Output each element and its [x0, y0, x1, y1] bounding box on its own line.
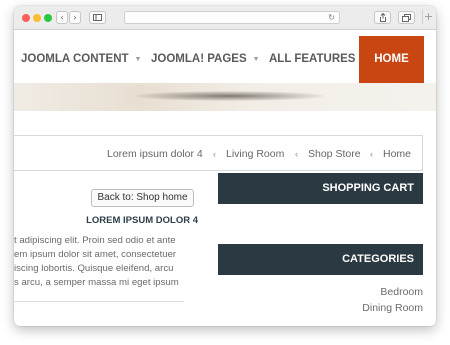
description-line: em ipsum dolor sit amet, consectetuer	[14, 249, 177, 260]
sidebar-toggle-button[interactable]	[89, 11, 106, 24]
page-content: JOOMLA CONTENT ▼ JOOMLA! PAGES ▼ ALL FEATU…	[14, 30, 436, 326]
chevron-left-icon: ‹	[60, 13, 64, 22]
back-to-shop-button[interactable]: Back to: Shop home	[91, 189, 194, 207]
main-nav: JOOMLA CONTENT ▼ JOOMLA! PAGES ▼ ALL FEATU…	[14, 36, 436, 83]
chevron-right-icon: ›	[73, 13, 77, 22]
breadcrumb: Lorem ipsum dolor 4 ‹ Living Room ‹ Shop…	[14, 135, 423, 171]
breadcrumb-item[interactable]: Lorem ipsum dolor 4	[107, 136, 203, 172]
categories-header: CATEGORIES	[218, 244, 423, 275]
header-banner	[14, 83, 436, 111]
banner-shadow	[134, 91, 324, 101]
nav-item-label: JOOMLA CONTENT	[21, 53, 129, 65]
nav-item-label: JOOMLA! PAGES	[151, 53, 247, 65]
description-line: s arcu, a semper massa mi eget ipsum	[14, 277, 179, 288]
forward-button[interactable]: ›	[69, 11, 81, 24]
shopping-cart-header: SHOPPING CART	[218, 173, 423, 204]
share-button[interactable]	[374, 11, 391, 24]
nav-item-joomla-pages[interactable]: JOOMLA! PAGES ▼	[151, 36, 260, 83]
plus-icon[interactable]: +	[422, 10, 434, 24]
category-link[interactable]: Dining Room	[362, 302, 423, 314]
caret-down-icon: ▼	[252, 56, 260, 63]
zoom-window-button[interactable]	[44, 14, 52, 22]
nav-item-label: ALL FEATURES	[269, 53, 356, 65]
breadcrumb-item[interactable]: Home	[383, 136, 411, 172]
description-line: t adipiscing elit. Proin sed odio et ant…	[14, 235, 176, 246]
back-button[interactable]: ‹	[56, 11, 68, 24]
chevron-left-icon: ‹	[295, 149, 298, 159]
category-link[interactable]: Bedroom	[380, 286, 423, 298]
chevron-left-icon: ‹	[213, 149, 216, 159]
minimize-window-button[interactable]	[33, 14, 41, 22]
caret-down-icon: ▼	[134, 56, 142, 63]
chevron-left-icon: ‹	[370, 149, 373, 159]
share-icon	[379, 12, 386, 22]
tabs-icon	[402, 14, 411, 22]
breadcrumb-item[interactable]: Living Room	[226, 136, 284, 172]
sidebar-icon	[93, 14, 102, 21]
product-description: t adipiscing elit. Proin sed odio et ant…	[14, 234, 184, 290]
show-tabs-button[interactable]	[398, 11, 415, 24]
breadcrumb-item[interactable]: Shop Store	[308, 136, 361, 172]
address-bar[interactable]: ↻	[124, 11, 340, 24]
product-title: LOREM IPSUM DOLOR 4	[86, 215, 198, 226]
close-window-button[interactable]	[22, 14, 30, 22]
browser-window: ‹ › ↻ + JOOMLA CONTENT ▼ JOOMLA! PAGES ▼…	[14, 6, 436, 326]
description-line: iscing lobortis. Quisque eleifend, arcu	[14, 263, 174, 274]
reload-icon[interactable]: ↻	[328, 12, 335, 23]
nav-item-all-features[interactable]: ALL FEATURES▼	[269, 36, 368, 83]
divider	[14, 301, 184, 302]
browser-toolbar: ‹ › ↻ +	[14, 6, 436, 30]
nav-item-joomla-content[interactable]: JOOMLA CONTENT ▼	[21, 36, 141, 83]
nav-item-home[interactable]: HOME	[359, 36, 424, 83]
